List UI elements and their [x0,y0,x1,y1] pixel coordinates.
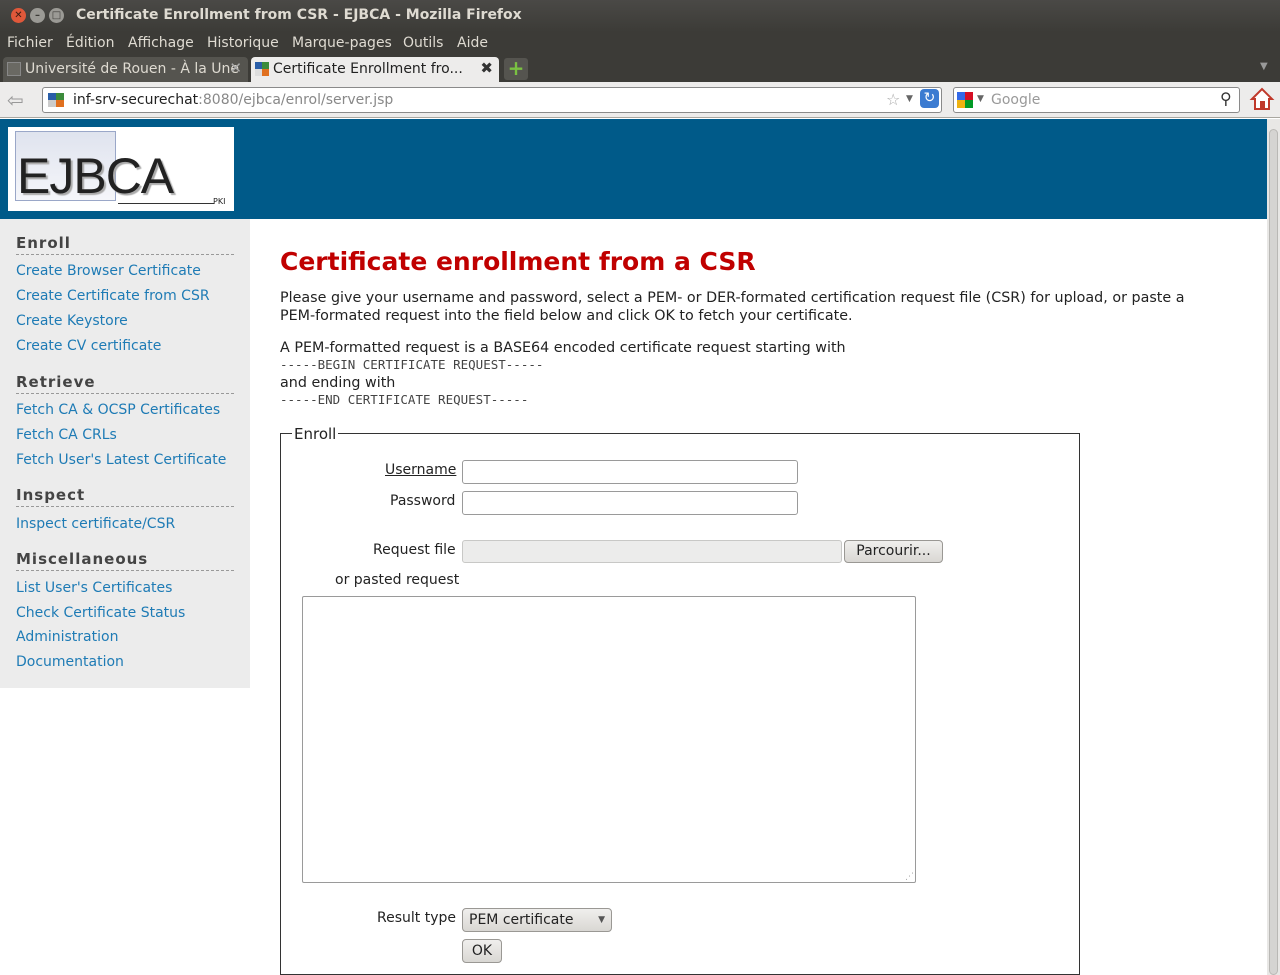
new-tab-button[interactable]: + [504,58,528,80]
tab-ejbca[interactable]: Certificate Enrollment fro... ✖ [251,57,499,82]
menu-fichier[interactable]: Fichier [7,35,53,51]
password-label: Password [390,493,456,509]
sidebar-link-check-status[interactable]: Check Certificate Status [16,605,185,621]
close-tab-icon[interactable]: ✖ [480,59,493,77]
menu-marque-pages[interactable]: Marque-pages [292,35,392,51]
pem-begin-marker: -----BEGIN CERTIFICATE REQUEST----- [280,357,544,372]
sidebar-link-fetch-ca-crls[interactable]: Fetch CA CRLs [16,427,117,443]
pem-and-ending: and ending with [280,375,396,391]
site-identity-icon[interactable] [48,93,64,111]
username-input[interactable] [462,460,798,484]
tab-label: Certificate Enrollment fro... [273,61,463,77]
site-header: EJBCA PKI [0,119,1267,219]
window-title: Certificate Enrollment from CSR - EJBCA … [76,7,522,23]
browse-button[interactable]: Parcourir... [844,540,943,563]
tab-universite[interactable]: Université de Rouen - À la Une ✕ [3,57,248,82]
logo-underline [118,203,214,204]
result-type-select[interactable]: PEM certificate ▼ [462,908,612,932]
back-arrow-icon[interactable]: ⇦ [7,88,24,112]
close-window-icon[interactable]: ✕ [11,8,26,23]
result-type-value: PEM certificate [469,912,574,928]
menu-aide[interactable]: Aide [457,35,488,51]
password-input[interactable] [462,491,798,515]
sidebar-link-administration[interactable]: Administration [16,629,118,645]
sidebar-link-fetch-ca-ocsp[interactable]: Fetch CA & OCSP Certificates [16,402,220,418]
intro-line-2: PEM-formated request into the field belo… [280,308,853,324]
logo-sub: PKI [213,197,226,206]
sidebar-section-enroll: Enroll [16,234,234,255]
pasted-request-textarea[interactable]: ⋰ [302,596,916,883]
navigation-bar: ⇦ inf-srv-securechat:8080/ejbca/enrol/se… [0,82,1280,118]
sidebar-link-create-keystore[interactable]: Create Keystore [16,313,128,329]
select-chevron-down-icon: ▼ [598,915,605,925]
sidebar-section-retrieve: Retrieve [16,373,234,394]
scrollbar-thumb[interactable] [1269,129,1278,975]
tab-list-chevron-down-icon[interactable]: ▼ [1260,61,1268,72]
sidebar-section-inspect: Inspect [16,486,234,507]
pasted-request-label: or pasted request [335,572,460,588]
ok-button[interactable]: OK [462,939,502,963]
maximize-window-icon[interactable]: □ [49,8,64,23]
request-file-path[interactable] [462,540,842,563]
menu-affichage[interactable]: Affichage [128,35,194,51]
enroll-legend: Enroll [292,425,339,443]
result-type-label: Result type [377,910,456,926]
pem-intro: A PEM-formatted request is a BASE64 enco… [280,340,846,356]
search-bar[interactable]: ▼ Google ⚲ [953,87,1240,113]
logo-text: EJBCA [17,148,174,204]
tab-bar: Université de Rouen - À la Une ✕ Certifi… [0,56,1280,82]
sidebar-link-documentation[interactable]: Documentation [16,654,124,670]
intro-line-1: Please give your username and password, … [280,290,1185,306]
pem-end-marker: -----END CERTIFICATE REQUEST----- [280,392,529,407]
menu-edition[interactable]: Édition [66,35,114,51]
engine-chevron-down-icon[interactable]: ▼ [977,94,984,104]
ejbca-logo[interactable]: EJBCA PKI [8,127,234,211]
sidebar-link-create-browser-certificate[interactable]: Create Browser Certificate [16,263,201,279]
sidebar-section-miscellaneous: Miscellaneous [16,550,234,571]
page-title: Certificate enrollment from a CSR [280,247,756,276]
sidebar-link-inspect-certificate[interactable]: Inspect certificate/CSR [16,516,175,532]
ejbca-favicon-icon [255,62,269,76]
sidebar-link-create-cv-certificate[interactable]: Create CV certificate [16,338,161,354]
page-icon [7,62,21,76]
search-icon[interactable]: ⚲ [1220,89,1232,108]
google-engine-icon[interactable] [957,92,973,108]
sidebar-link-list-certificates[interactable]: List User's Certificates [16,580,172,596]
reload-icon[interactable]: ↻ [920,89,939,108]
sidebar-link-create-certificate-from-csr[interactable]: Create Certificate from CSR [16,288,210,304]
url-host: inf-srv-securechat [73,92,199,108]
sidebar-link-fetch-latest-certificate[interactable]: Fetch User's Latest Certificate [16,452,226,468]
minimize-window-icon[interactable]: – [30,8,45,23]
history-chevron-down-icon[interactable]: ▼ [906,94,913,104]
window-title-bar: ✕ – □ Certificate Enrollment from CSR - … [0,0,1280,32]
request-file-label: Request file [373,542,456,558]
sidebar: Enroll Create Browser Certificate Create… [0,219,250,688]
menu-historique[interactable]: Historique [207,35,279,51]
username-label: Username [385,462,457,478]
menu-outils[interactable]: Outils [403,35,443,51]
close-tab-icon[interactable]: ✕ [229,59,242,77]
search-input[interactable]: Google [991,92,1040,108]
home-icon[interactable] [1249,86,1275,112]
menu-bar: Fichier Édition Affichage Historique Mar… [0,32,1280,56]
resize-grip-icon[interactable]: ⋰ [905,872,914,882]
url-path: :8080/ejbca/enrol/server.jsp [198,92,394,108]
bookmark-star-icon[interactable]: ☆ [886,90,900,109]
url-bar[interactable]: inf-srv-securechat:8080/ejbca/enrol/serv… [42,87,942,113]
vertical-scrollbar[interactable] [1267,119,1280,975]
tab-label: Université de Rouen - À la Une [25,61,240,77]
